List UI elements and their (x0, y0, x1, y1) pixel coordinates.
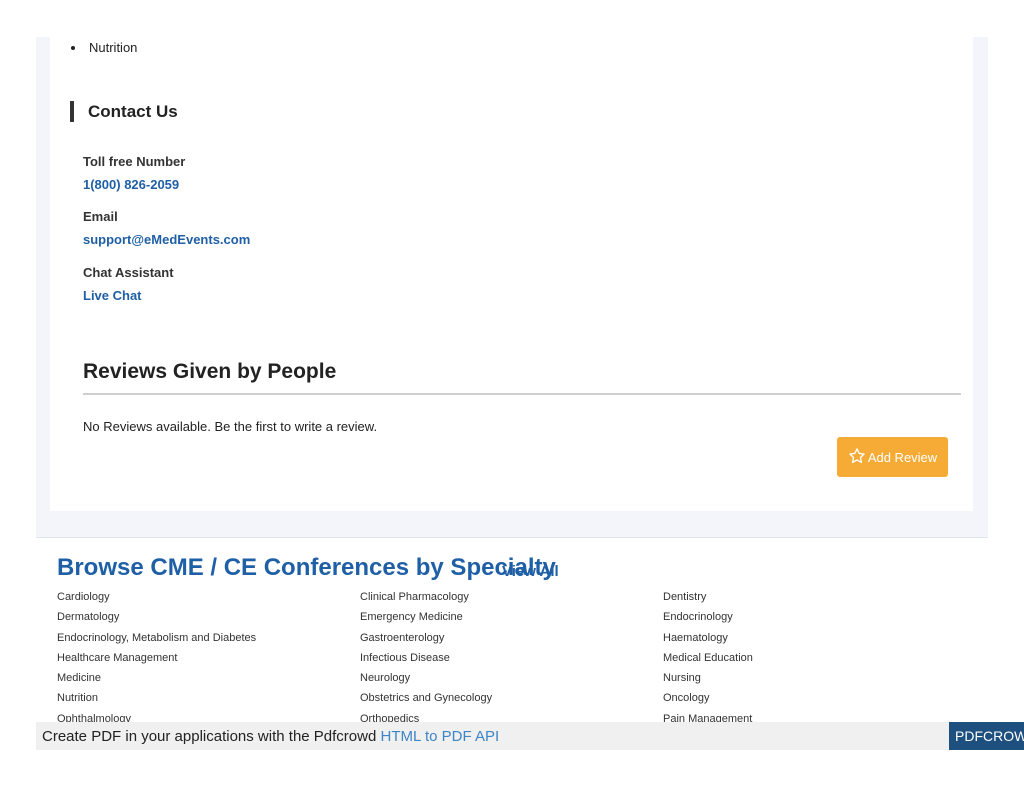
pdfcrowd-brand-link[interactable]: PDFCROWD (949, 722, 1024, 750)
specialty-link[interactable]: Endocrinology, Metabolism and Diabetes (57, 631, 357, 651)
topic-label: Nutrition (89, 40, 138, 55)
email-link[interactable]: support@eMedEvents.com (83, 232, 250, 247)
toll-free-number-link[interactable]: 1(800) 826-2059 (83, 177, 179, 192)
specialty-link[interactable]: Medical Education (663, 651, 963, 671)
specialty-link[interactable]: Dentistry (663, 590, 963, 610)
specialty-link[interactable]: Nursing (663, 671, 963, 691)
chat-assistant-label: Chat Assistant (83, 265, 174, 280)
reviews-divider (83, 393, 961, 395)
specialty-link[interactable]: Clinical Pharmacology (360, 590, 660, 610)
reviews-section-title: Reviews Given by People (83, 360, 337, 383)
specialty-column-1: Cardiology Dermatology Endocrinology, Me… (57, 590, 357, 732)
specialty-link[interactable]: Obstetrics and Gynecology (360, 691, 660, 711)
specialty-column-2: Clinical Pharmacology Emergency Medicine… (360, 590, 660, 732)
contact-section-title: Contact Us (70, 101, 178, 122)
specialty-link[interactable]: Infectious Disease (360, 651, 660, 671)
specialty-link[interactable]: Endocrinology (663, 610, 963, 630)
specialty-link[interactable]: Cardiology (57, 590, 357, 610)
specialty-link[interactable]: Dermatology (57, 610, 357, 630)
add-review-button[interactable]: Add Review (837, 437, 948, 477)
footer-divider (36, 537, 988, 538)
view-all-link[interactable]: View All (502, 563, 559, 580)
event-details-card (50, 37, 973, 511)
topic-list-item: Nutrition (71, 40, 137, 55)
specialty-column-3: Dentistry Endocrinology Haematology Medi… (663, 590, 963, 732)
specialty-link[interactable]: Gastroenterology (360, 631, 660, 651)
pdf-banner-message: Create PDF in your applications with the… (42, 727, 381, 745)
html-to-pdf-api-link[interactable]: HTML to PDF API (381, 728, 500, 745)
specialty-link[interactable]: Oncology (663, 691, 963, 711)
pdf-banner-text: Create PDF in your applications with the… (42, 728, 499, 745)
specialty-link[interactable]: Haematology (663, 631, 963, 651)
specialty-link[interactable]: Medicine (57, 671, 357, 691)
add-review-label: Add Review (867, 449, 938, 465)
specialty-link[interactable]: Nutrition (57, 691, 357, 711)
bullet-icon (71, 45, 75, 50)
specialty-link[interactable]: Neurology (360, 671, 660, 691)
specialty-link[interactable]: Healthcare Management (57, 651, 357, 671)
no-reviews-message: No Reviews available. Be the first to wr… (83, 419, 378, 434)
specialty-link[interactable]: Emergency Medicine (360, 610, 660, 630)
browse-specialty-title: Browse CME / CE Conferences by Specialty (57, 554, 556, 581)
live-chat-link[interactable]: Live Chat (83, 288, 142, 303)
toll-free-label: Toll free Number (83, 154, 186, 169)
pdf-banner: Create PDF in your applications with the… (36, 722, 1024, 750)
email-label: Email (83, 209, 118, 224)
star-outline-icon (848, 447, 866, 468)
